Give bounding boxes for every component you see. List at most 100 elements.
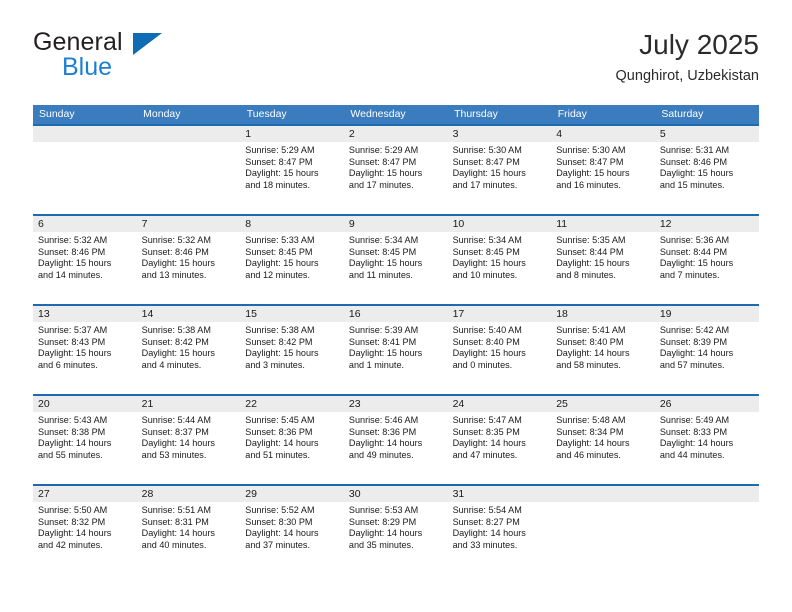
daylight-text-line1: Daylight: 15 hours — [38, 258, 112, 269]
sunset-text: Sunset: 8:46 PM — [659, 156, 728, 167]
day-number: 4 — [551, 126, 655, 142]
daylight-text-line2: and 1 minute. — [348, 359, 405, 370]
day-cell[interactable]: 3 Sunrise: 5:30 AM Sunset: 8:47 PM Daylight… — [447, 124, 552, 215]
day-number: 15 — [240, 306, 344, 322]
daylight-text-line1: Daylight: 15 hours — [141, 348, 215, 359]
sunset-text: Sunset: 8:47 PM — [348, 156, 417, 167]
sunrise-text: Sunrise: 5:51 AM — [141, 505, 211, 515]
sunrise-text: Sunrise: 5:33 AM — [245, 235, 315, 245]
day-number: 13 — [33, 306, 137, 322]
sunset-text: Sunset: 8:35 PM — [452, 426, 520, 437]
day-cell[interactable]: 26 Sunrise: 5:49 AM Sunset: 8:33 PM Dayligh… — [654, 394, 759, 485]
day-cell[interactable]: 2 Sunrise: 5:29 AM Sunset: 8:47 PM Daylight… — [343, 124, 448, 215]
daylight-text-line1: Daylight: 15 hours — [245, 168, 319, 179]
sunrise-text: Sunrise: 5:52 AM — [245, 505, 315, 515]
daylight-text-line2: and 16 minutes. — [556, 179, 621, 190]
day-cell[interactable]: 6 Sunrise: 5:32 AM Sunset: 8:46 PM Daylight… — [33, 214, 137, 305]
day-cell[interactable]: 24 Sunrise: 5:47 AM Sunset: 8:35 PM Dayligh… — [447, 394, 552, 485]
day-cell[interactable]: 13 Sunrise: 5:37 AM Sunset: 8:43 PM Dayligh… — [33, 304, 137, 395]
sunset-text: Sunset: 8:34 PM — [556, 426, 624, 437]
day-cell[interactable]: 4 Sunrise: 5:30 AM Sunset: 8:47 PM Daylight… — [551, 124, 655, 215]
sunset-text: Sunset: 8:44 PM — [659, 246, 728, 257]
day-number: 10 — [447, 216, 552, 232]
week-row: 1 Sunrise: 5:29 AM Sunset: 8:47 PM Daylight… — [33, 124, 759, 215]
weekday-header-thursday: Thursday — [447, 105, 552, 125]
sunset-text: Sunset: 8:45 PM — [348, 246, 417, 257]
daylight-text-line1: Daylight: 15 hours — [556, 258, 630, 269]
sunset-text: Sunset: 8:38 PM — [38, 426, 106, 437]
weekday-header-tuesday: Tuesday — [240, 105, 345, 125]
daylight-text-line1: Daylight: 14 hours — [556, 438, 630, 449]
day-cell[interactable]: 9 Sunrise: 5:34 AM Sunset: 8:45 PM Daylight… — [343, 214, 448, 305]
sunrise-text: Sunrise: 5:39 AM — [348, 325, 419, 335]
day-cell[interactable]: 31 Sunrise: 5:54 AM Sunset: 8:27 PM Dayligh… — [447, 484, 552, 575]
daylight-text-line1: Daylight: 15 hours — [659, 258, 734, 269]
day-cell[interactable]: 8 Sunrise: 5:33 AM Sunset: 8:45 PM Daylight… — [240, 214, 344, 305]
sunrise-text: Sunrise: 5:29 AM — [348, 145, 419, 155]
day-cell[interactable] — [33, 124, 137, 215]
daylight-text-line2: and 12 minutes. — [245, 269, 310, 280]
sunset-text: Sunset: 8:42 PM — [141, 336, 209, 347]
daylight-text-line2: and 8 minutes. — [556, 269, 616, 280]
daylight-text-line2: and 47 minutes. — [452, 449, 518, 460]
day-cell[interactable]: 10 Sunrise: 5:34 AM Sunset: 8:45 PM Dayligh… — [447, 214, 552, 305]
day-number: 3 — [447, 126, 552, 142]
day-number: 1 — [240, 126, 344, 142]
day-number: 7 — [136, 216, 241, 232]
daylight-text-line2: and 51 minutes. — [245, 449, 310, 460]
daylight-text-line1: Daylight: 14 hours — [452, 528, 526, 539]
week-row: 20 Sunrise: 5:43 AM Sunset: 8:38 PM Dayligh… — [33, 394, 759, 485]
sunrise-text: Sunrise: 5:38 AM — [245, 325, 315, 335]
daylight-text-line1: Daylight: 15 hours — [245, 258, 319, 269]
daylight-text-line2: and 42 minutes. — [38, 539, 103, 550]
day-cell[interactable]: 16 Sunrise: 5:39 AM Sunset: 8:41 PM Dayligh… — [343, 304, 448, 395]
sunrise-text: Sunrise: 5:49 AM — [659, 415, 730, 425]
day-cell[interactable]: 21 Sunrise: 5:44 AM Sunset: 8:37 PM Dayligh… — [136, 394, 241, 485]
day-cell[interactable]: 1 Sunrise: 5:29 AM Sunset: 8:47 PM Daylight… — [240, 124, 344, 215]
day-cell[interactable]: 22 Sunrise: 5:45 AM Sunset: 8:36 PM Dayligh… — [240, 394, 344, 485]
day-cell[interactable]: 15 Sunrise: 5:38 AM Sunset: 8:42 PM Dayligh… — [240, 304, 344, 395]
general-blue-logo[interactable]: General Blue — [33, 28, 353, 92]
day-cell[interactable]: 17 Sunrise: 5:40 AM Sunset: 8:40 PM Dayligh… — [447, 304, 552, 395]
day-cell[interactable]: 23 Sunrise: 5:46 AM Sunset: 8:36 PM Dayligh… — [343, 394, 448, 485]
daylight-text-line1: Daylight: 15 hours — [348, 348, 423, 359]
day-cell[interactable]: 30 Sunrise: 5:53 AM Sunset: 8:29 PM Dayligh… — [343, 484, 448, 575]
day-number: 31 — [447, 486, 552, 502]
day-number: 5 — [654, 126, 759, 142]
daylight-text-line1: Daylight: 14 hours — [141, 438, 215, 449]
day-number — [136, 126, 241, 142]
day-cell[interactable]: 11 Sunrise: 5:35 AM Sunset: 8:44 PM Dayligh… — [551, 214, 655, 305]
day-cell[interactable]: 28 Sunrise: 5:51 AM Sunset: 8:31 PM Dayligh… — [136, 484, 241, 575]
day-cell[interactable]: 29 Sunrise: 5:52 AM Sunset: 8:30 PM Dayligh… — [240, 484, 344, 575]
sunrise-text: Sunrise: 5:50 AM — [38, 505, 108, 515]
daylight-text-line1: Daylight: 14 hours — [556, 348, 630, 359]
day-cell[interactable]: 25 Sunrise: 5:48 AM Sunset: 8:34 PM Dayligh… — [551, 394, 655, 485]
day-cell[interactable] — [551, 484, 655, 575]
day-cell[interactable]: 20 Sunrise: 5:43 AM Sunset: 8:38 PM Dayligh… — [33, 394, 137, 485]
daylight-text-line2: and 57 minutes. — [659, 359, 725, 370]
sunrise-text: Sunrise: 5:42 AM — [659, 325, 730, 335]
daylight-text-line2: and 11 minutes. — [348, 269, 413, 280]
calendar-body: 1 Sunrise: 5:29 AM Sunset: 8:47 PM Daylight… — [33, 124, 759, 575]
day-cell[interactable] — [136, 124, 241, 215]
day-cell[interactable]: 5 Sunrise: 5:31 AM Sunset: 8:46 PM Daylight… — [654, 124, 759, 215]
page-header: General Blue July 2025 Qunghirot, Uzbeki… — [33, 28, 759, 98]
sunset-text: Sunset: 8:40 PM — [452, 336, 520, 347]
day-cell[interactable]: 27 Sunrise: 5:50 AM Sunset: 8:32 PM Dayligh… — [33, 484, 137, 575]
sunset-text: Sunset: 8:45 PM — [245, 246, 313, 257]
daylight-text-line1: Daylight: 15 hours — [556, 168, 630, 179]
sunrise-text: Sunrise: 5:29 AM — [245, 145, 315, 155]
day-cell[interactable] — [654, 484, 759, 575]
daylight-text-line1: Daylight: 15 hours — [452, 258, 526, 269]
day-cell[interactable]: 18 Sunrise: 5:41 AM Sunset: 8:40 PM Dayligh… — [551, 304, 655, 395]
daylight-text-line2: and 15 minutes. — [659, 179, 725, 190]
day-number — [551, 486, 655, 502]
day-cell[interactable]: 19 Sunrise: 5:42 AM Sunset: 8:39 PM Dayligh… — [654, 304, 759, 395]
sunset-text: Sunset: 8:36 PM — [348, 426, 417, 437]
weekday-header-saturday: Saturday — [654, 105, 759, 125]
day-cell[interactable]: 12 Sunrise: 5:36 AM Sunset: 8:44 PM Dayligh… — [654, 214, 759, 305]
day-cell[interactable]: 14 Sunrise: 5:38 AM Sunset: 8:42 PM Dayligh… — [136, 304, 241, 395]
day-cell[interactable]: 7 Sunrise: 5:32 AM Sunset: 8:46 PM Daylight… — [136, 214, 241, 305]
daylight-text-line1: Daylight: 15 hours — [141, 258, 215, 269]
sunset-text: Sunset: 8:44 PM — [556, 246, 624, 257]
